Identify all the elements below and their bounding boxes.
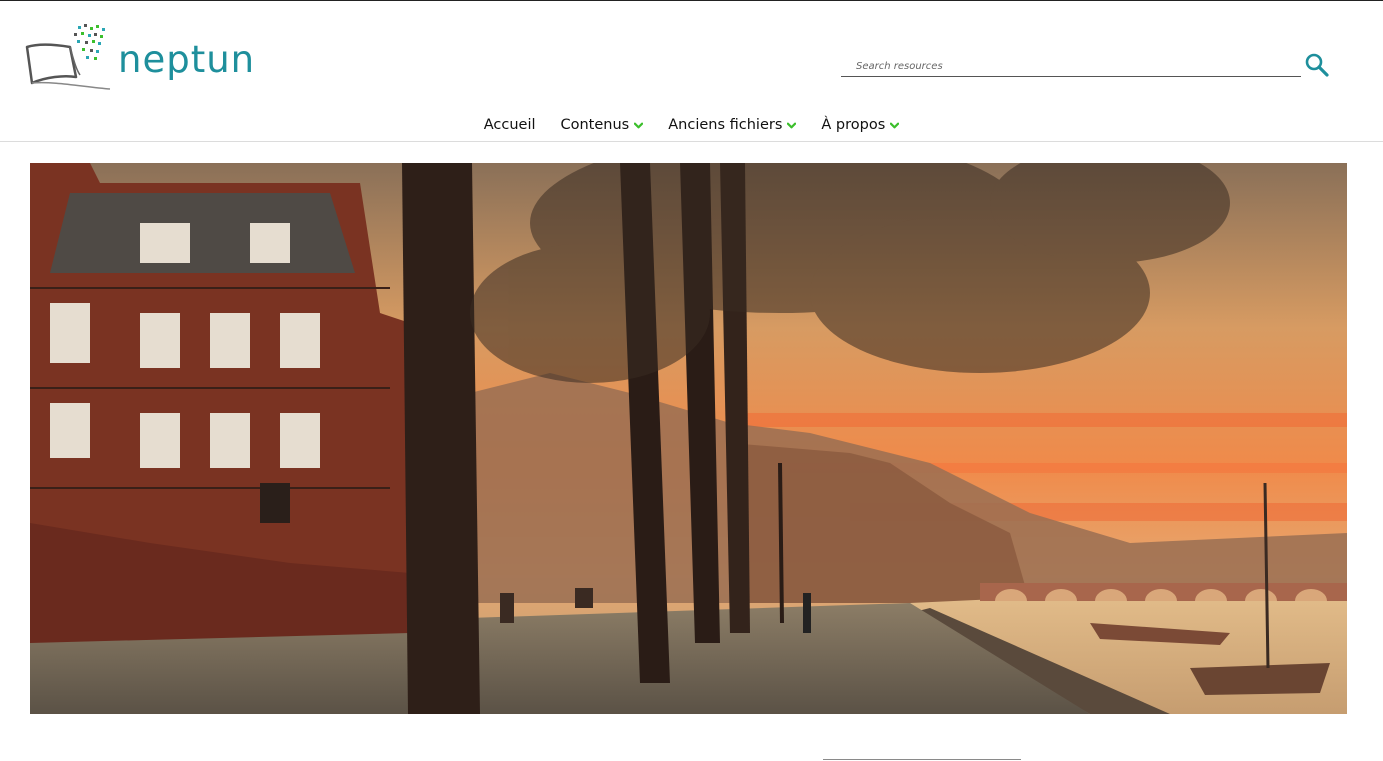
nav-item-label: Anciens fichiers [668, 117, 783, 133]
nav-item-label: Accueil [483, 117, 536, 133]
nav-item-anciens-fichiers[interactable]: Anciens fichiers [656, 113, 809, 137]
nav-item-accueil[interactable]: Accueil [471, 113, 548, 137]
nav-item-label: Contenus [560, 117, 630, 133]
chevron-down-icon [787, 122, 797, 128]
search-icon [1305, 53, 1329, 77]
section-divider [823, 759, 1021, 760]
nav-item-contenus[interactable]: Contenus [548, 113, 656, 137]
search-input[interactable] [841, 57, 1301, 77]
site-logo[interactable]: neptun [24, 21, 254, 93]
logo-mark-icon [25, 24, 111, 90]
site-header: neptun Accueil Contenus Anciens fichiers [0, 1, 1383, 142]
search-bar [841, 51, 1331, 81]
site-name: neptun [118, 38, 256, 81]
nav-item-label: À propos [821, 117, 886, 133]
chevron-down-icon [890, 122, 900, 128]
main-nav: Accueil Contenus Anciens fichiers À prop… [0, 113, 1383, 137]
search-button[interactable] [1303, 51, 1331, 79]
nav-item-a-propos[interactable]: À propos [809, 113, 912, 137]
hero-illustration [30, 163, 1347, 714]
hero-postcard-image [30, 163, 1347, 714]
chevron-down-icon [634, 122, 644, 128]
